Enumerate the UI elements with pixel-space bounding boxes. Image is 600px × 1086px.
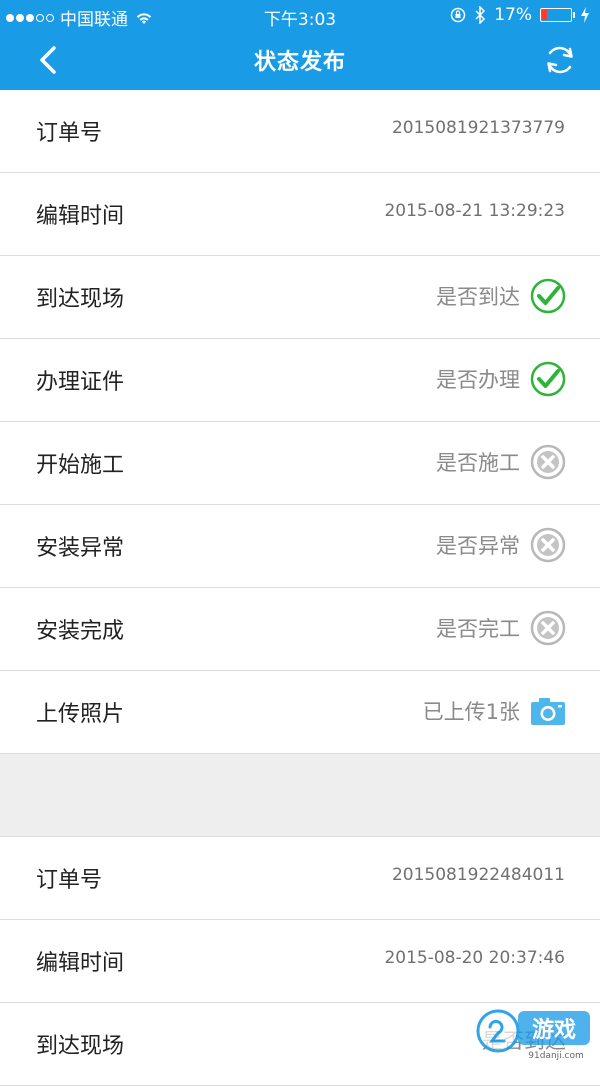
check-circle-icon[interactable]: [530, 361, 566, 397]
order-number-label: 订单号: [36, 121, 103, 146]
order-number-value: 2015081922484011: [391, 865, 565, 885]
order-number-row: 订单号 2015081922484011: [0, 837, 600, 920]
camera-icon[interactable]: [530, 693, 566, 729]
step-label: 到达现场: [36, 287, 125, 312]
check-circle-icon[interactable]: [530, 278, 566, 314]
edit-time-label: 编辑时间: [36, 204, 125, 229]
step-status[interactable]: 是否到达: [436, 278, 566, 314]
battery-percent: 17%: [494, 5, 532, 25]
site-watermark-logo: 游戏 91danji.com: [476, 1009, 590, 1061]
step-label: 到达现场: [36, 1034, 125, 1059]
step-label: 安装异常: [36, 536, 125, 561]
step-row-certificate[interactable]: 办理证件 是否办理: [0, 339, 600, 422]
step-status-text: 是否异常: [436, 534, 520, 558]
bluetooth-icon: [475, 6, 486, 24]
watermark-text: 游戏: [532, 1017, 576, 1043]
top-bar: 中国联通 下午3:03 17% 状态发布: [0, 0, 600, 90]
cross-circle-icon[interactable]: [530, 527, 566, 563]
upload-photo-status[interactable]: 已上传1张: [423, 693, 566, 729]
watermark-site: 91danji.com: [528, 1051, 583, 1061]
upload-photo-label: 上传照片: [36, 702, 125, 727]
step-label: 开始施工: [36, 453, 125, 478]
step-row-completed[interactable]: 安装完成 是否完工: [0, 588, 600, 671]
battery-icon: [540, 8, 575, 22]
upload-photo-count: 已上传1张: [422, 700, 520, 724]
upload-photo-row[interactable]: 上传照片 已上传1张: [0, 671, 600, 754]
edit-time-label: 编辑时间: [36, 951, 125, 976]
refresh-icon[interactable]: [540, 40, 580, 80]
step-status[interactable]: 是否办理: [436, 361, 566, 397]
page-title: 状态发布: [253, 50, 346, 75]
step-status-text: 是否完工: [436, 617, 520, 641]
edit-time-value: 2015-08-21 13:29:23: [384, 201, 565, 221]
edit-time-row: 编辑时间 2015-08-21 13:29:23: [0, 173, 600, 256]
step-row-construction[interactable]: 开始施工 是否施工: [0, 422, 600, 505]
step-label: 办理证件: [36, 370, 125, 395]
edit-time-value: 2015-08-20 20:37:46: [384, 948, 565, 968]
step-label: 安装完成: [36, 619, 125, 644]
navigation-bar: 状态发布: [0, 32, 600, 90]
step-status-text: 是否办理: [436, 368, 520, 392]
step-status[interactable]: 是否完工: [436, 610, 566, 646]
step-status[interactable]: 是否施工: [436, 444, 566, 480]
order-number-label: 订单号: [36, 868, 103, 893]
cross-circle-icon[interactable]: [530, 610, 566, 646]
step-status-text: 是否到达: [436, 285, 520, 309]
orientation-lock-icon: [450, 7, 466, 23]
step-row-arrived[interactable]: 到达现场 是否到达: [0, 256, 600, 339]
step-status-text: 是否施工: [436, 451, 520, 475]
step-status[interactable]: 是否异常: [436, 527, 566, 563]
status-bar: 中国联通 下午3:03 17%: [0, 0, 600, 32]
order-number-row: 订单号 2015081921373779: [0, 90, 600, 173]
cross-circle-icon[interactable]: [530, 444, 566, 480]
edit-time-row: 编辑时间 2015-08-20 20:37:46: [0, 920, 600, 1003]
order-status-list: 订单号 2015081921373779 编辑时间 2015-08-21 13:…: [0, 90, 600, 1086]
order-number-value: 2015081921373779: [391, 118, 565, 138]
section-separator: [0, 754, 600, 837]
step-row-exception[interactable]: 安装异常 是否异常: [0, 505, 600, 588]
status-right: 17%: [450, 5, 590, 25]
charging-icon: [581, 7, 589, 23]
